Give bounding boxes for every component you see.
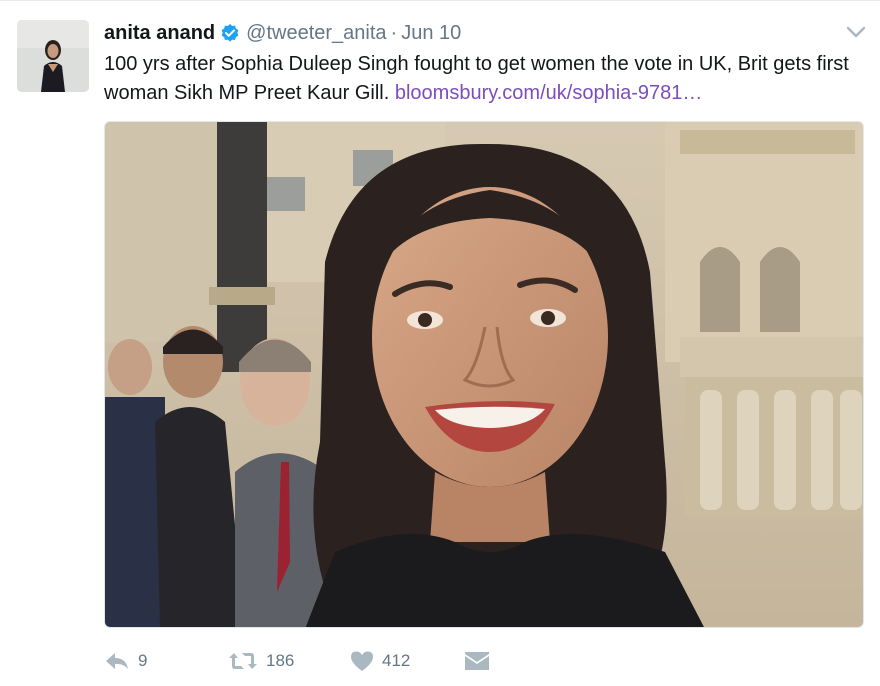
- tweet-timestamp[interactable]: Jun 10: [401, 22, 461, 45]
- direct-message-icon: [465, 652, 489, 670]
- retweet-icon: [229, 653, 257, 669]
- author-handle[interactable]: @tweeter_anita: [246, 22, 386, 45]
- reply-button[interactable]: 9: [104, 651, 228, 671]
- tweet-actions: 9 186 412: [104, 648, 490, 674]
- like-count: 412: [382, 651, 411, 670]
- verified-badge-icon: [220, 23, 240, 43]
- reply-icon: [106, 653, 128, 669]
- tweet-link[interactable]: bloomsbury.com/uk/sophia-9781…: [395, 82, 703, 104]
- tweet-photo[interactable]: [104, 121, 864, 628]
- tweet-header: anita anand @tweeter_anita · Jun 10: [104, 21, 461, 45]
- reply-count: 9: [138, 651, 148, 670]
- direct-message-button[interactable]: [464, 650, 490, 672]
- retweet-count: 186: [266, 651, 295, 670]
- like-button[interactable]: 412: [350, 650, 464, 672]
- top-divider: [0, 0, 880, 1]
- retweet-button[interactable]: 186: [228, 651, 350, 671]
- avatar[interactable]: [17, 20, 89, 92]
- caret-down-icon[interactable]: [844, 24, 868, 40]
- header-separator: ·: [390, 21, 398, 44]
- author-name[interactable]: anita anand: [104, 22, 215, 45]
- tweet-text: 100 yrs after Sophia Duleep Singh fought…: [104, 50, 874, 108]
- like-icon: [351, 651, 373, 671]
